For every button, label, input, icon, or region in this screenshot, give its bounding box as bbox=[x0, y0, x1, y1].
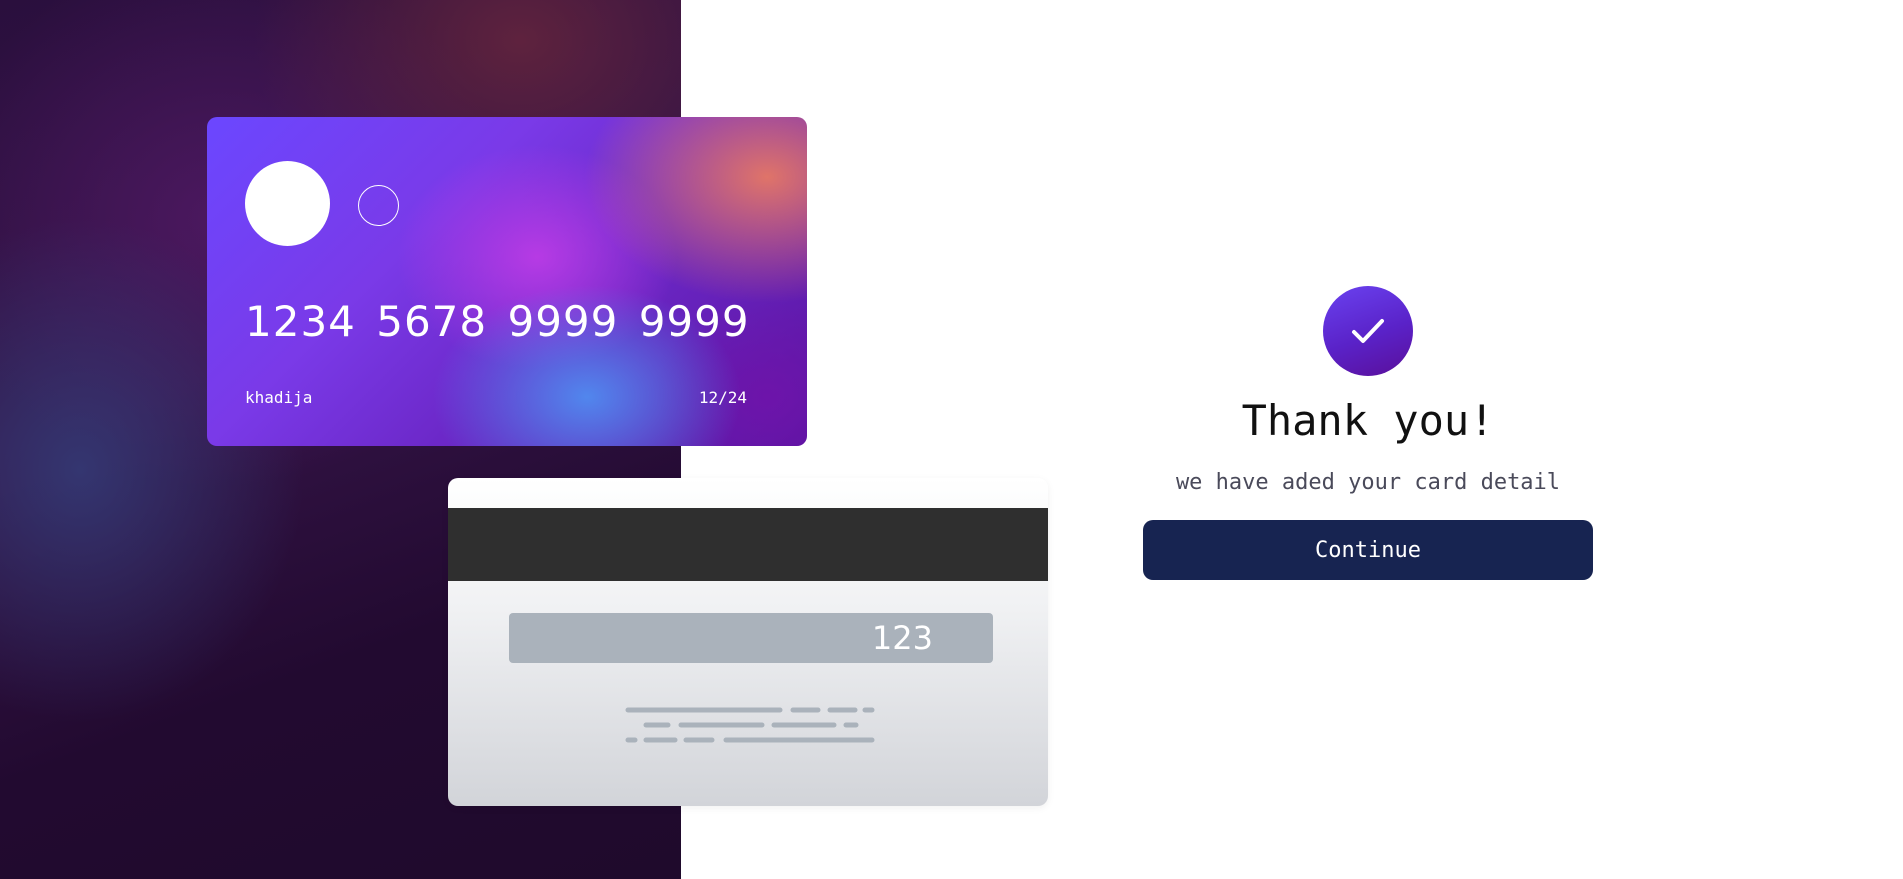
cardholder-name: khadija bbox=[245, 388, 313, 407]
page-title: Thank you! bbox=[1241, 396, 1495, 445]
card-back: 123 bbox=[448, 478, 1048, 806]
page: 1234 5678 9999 9999 khadija 12/24 123 Th… bbox=[0, 0, 1903, 879]
success-badge bbox=[1323, 286, 1413, 376]
card-expiry: 12/24 bbox=[698, 388, 747, 407]
cvc-strip: 123 bbox=[509, 613, 993, 663]
card-number: 1234 5678 9999 9999 bbox=[245, 297, 750, 346]
card-cvc: 123 bbox=[871, 619, 933, 657]
check-icon bbox=[1352, 319, 1384, 343]
card-logo-outline-circle bbox=[358, 185, 399, 226]
card-back-decorative-lines bbox=[625, 707, 875, 743]
continue-button[interactable]: Continue bbox=[1143, 520, 1593, 580]
card-logo-filled-circle bbox=[245, 161, 330, 246]
card-front: 1234 5678 9999 9999 khadija 12/24 bbox=[207, 117, 807, 446]
confirmation-message: we have aded your card detail bbox=[1175, 470, 1561, 495]
magnetic-stripe bbox=[448, 508, 1048, 581]
